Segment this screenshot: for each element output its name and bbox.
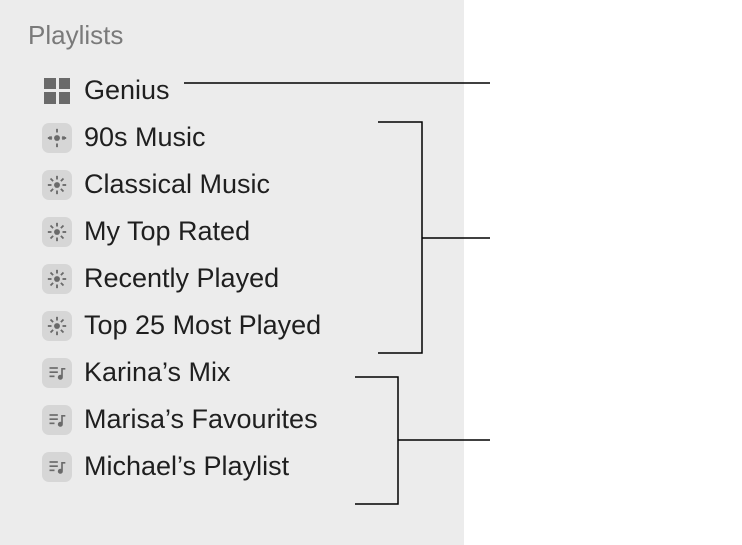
sidebar-item-top-25-most-played[interactable]: Top 25 Most Played	[36, 302, 448, 349]
section-header-playlists: Playlists	[28, 20, 448, 51]
sidebar-item-label: Recently Played	[84, 263, 279, 294]
sidebar-item-marisas-favourites[interactable]: Marisa’s Favourites	[36, 396, 448, 443]
smart-playlist-icon	[42, 311, 72, 341]
sidebar-item-label: Genius	[84, 75, 170, 106]
sidebar-item-90s-music[interactable]: 90s Music	[36, 114, 448, 161]
genius-grid-icon	[42, 76, 72, 106]
smart-playlist-icon	[42, 217, 72, 247]
playlists-sidebar: Playlists Genius 90s Music Classical Mus…	[0, 0, 464, 545]
sidebar-item-label: Michael’s Playlist	[84, 451, 289, 482]
smart-playlist-icon	[42, 123, 72, 153]
playlist-icon	[42, 405, 72, 435]
sidebar-item-label: Top 25 Most Played	[84, 310, 321, 341]
playlist-icon	[42, 452, 72, 482]
sidebar-item-classical-music[interactable]: Classical Music	[36, 161, 448, 208]
sidebar-item-my-top-rated[interactable]: My Top Rated	[36, 208, 448, 255]
sidebar-item-michaels-playlist[interactable]: Michael’s Playlist	[36, 443, 448, 490]
sidebar-item-label: 90s Music	[84, 122, 206, 153]
sidebar-item-label: My Top Rated	[84, 216, 250, 247]
smart-playlist-icon	[42, 170, 72, 200]
sidebar-item-label: Karina’s Mix	[84, 357, 231, 388]
sidebar-item-label: Classical Music	[84, 169, 270, 200]
sidebar-item-genius[interactable]: Genius	[36, 67, 448, 114]
smart-playlist-icon	[42, 264, 72, 294]
sidebar-item-karinas-mix[interactable]: Karina’s Mix	[36, 349, 448, 396]
sidebar-item-recently-played[interactable]: Recently Played	[36, 255, 448, 302]
sidebar-item-label: Marisa’s Favourites	[84, 404, 318, 435]
playlist-icon	[42, 358, 72, 388]
